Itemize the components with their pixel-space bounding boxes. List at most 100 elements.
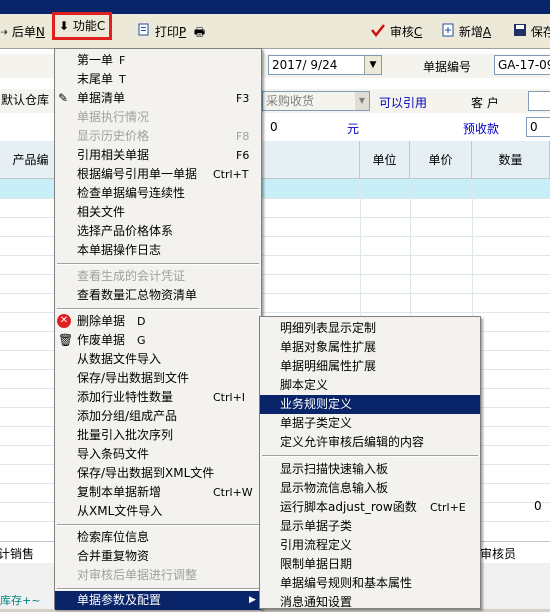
column-header-qty[interactable]: 数量 (472, 141, 550, 179)
menu-item-last-doc[interactable]: 末尾单 T (55, 70, 261, 89)
audit-button[interactable]: 审核C (370, 22, 422, 42)
add-button[interactable]: 新增A (441, 22, 491, 42)
submenu-item-label: 引用流程定义 (280, 538, 353, 552)
submenu-item-logistics-panel[interactable]: 显示物流信息输入板 (260, 479, 480, 498)
menu-item-label: 单据执行情况 (77, 110, 150, 124)
menu-item-accounting-voucher: 查看生成的会计凭证 (55, 267, 261, 286)
save-button[interactable]: 保存 (513, 22, 550, 42)
submenu-item-label: 脚本定义 (280, 378, 329, 392)
menu-item-label: 添加行业特性数量 (77, 390, 174, 404)
column-header-product-label: 产品编 (12, 153, 49, 167)
submenu-item-post-audit-edit[interactable]: 定义允许审核后编辑的内容 (260, 433, 480, 452)
menu-item-industry-quantity[interactable]: 添加行业特性数量 Ctrl+I (55, 388, 261, 407)
submenu-item-label: 限制单据日期 (280, 557, 353, 571)
amount-value: 0 (270, 120, 278, 134)
submenu-item-script-def[interactable]: 脚本定义 (260, 376, 480, 395)
submenu-item-notification[interactable]: 消息通知设置 (260, 593, 480, 612)
menu-item-copy-new[interactable]: 复制本单据新增 Ctrl+W (55, 483, 261, 502)
submenu-item-label: 单据编号规则和基本属性 (280, 576, 413, 590)
menu-item-batch-serial[interactable]: 批量引入批次序列 (55, 426, 261, 445)
submenu-item-show-subclass[interactable]: 显示单据子类 (260, 517, 480, 536)
menu-item-label: 第一单 (77, 53, 114, 67)
customer-field[interactable] (528, 91, 550, 111)
menu-item-operation-log[interactable]: 本单据操作日志 (55, 241, 261, 260)
submenu-item-label: 定义允许审核后编辑的内容 (280, 435, 425, 449)
pen-icon: ✎ (58, 91, 69, 105)
menu-item-check-sequence[interactable]: 检查单据编号连续性 (55, 184, 261, 203)
submenu-item-detail-attr[interactable]: 单据明细属性扩展 (260, 357, 480, 376)
menu-item-label: 检查单据编号连续性 (77, 186, 186, 200)
submenu-item-label: 显示物流信息输入板 (280, 481, 389, 495)
menu-item-reference-docs[interactable]: 引用相关单据 F6 (55, 146, 261, 165)
menu-item-shortcut: Ctrl+W (213, 486, 253, 499)
menu-item-label: 导入条码文件 (77, 447, 150, 461)
submenu-arrow-icon: ▶ (249, 595, 256, 605)
reviewer-label: 审核员 (480, 547, 517, 561)
menu-item-label: 合并重复物资 (77, 549, 150, 563)
submenu-item-list-display[interactable]: 明细列表显示定制 (260, 319, 480, 338)
doc-no-field[interactable]: GA-17-09- (494, 55, 550, 75)
function-menu-button[interactable]: ⬇ 功能C (52, 12, 112, 40)
menu-item-void-doc[interactable]: 🗑 作废单据 G (55, 331, 261, 350)
menu-item-export-data-file[interactable]: 保存/导出数据到文件 (55, 369, 261, 388)
submenu-item-business-rules[interactable]: 业务规则定义 (260, 395, 480, 414)
menu-item-shortcut: F6 (236, 149, 250, 162)
menu-item-label: 查看数量汇总物资清单 (77, 288, 198, 302)
down-arrow-icon: ⬇ (59, 19, 70, 33)
menu-item-delete-doc[interactable]: ✕ 删除单据 D (55, 312, 261, 331)
menu-item-label: 单据参数及配置 (77, 593, 162, 607)
submenu-item-flow-def[interactable]: 引用流程定义 (260, 536, 480, 555)
trash-icon: 🗑 (58, 333, 74, 347)
submenu-item-object-attr[interactable]: 单据对象属性扩展 (260, 338, 480, 357)
menu-item-import-xml[interactable]: 从XML文件导入 (55, 502, 261, 521)
submenu-item-numbering-rules[interactable]: 单据编号规则和基本属性 (260, 574, 480, 593)
purchase-type-dropdown-icon[interactable]: ▼ (355, 92, 369, 110)
date-dropdown-icon[interactable]: ▼ (364, 56, 381, 74)
submenu-item-label: 显示扫描快速输入板 (280, 462, 389, 476)
column-header-unit[interactable]: 单位 (360, 141, 410, 179)
submenu-item-run-adjust-row[interactable]: 运行脚本adjust_row函数 Ctrl+E (260, 498, 480, 517)
column-header-price[interactable]: 单价 (410, 141, 472, 179)
print-key: P (178, 25, 187, 39)
menu-item-doc-config[interactable]: 单据参数及配置 ▶ (55, 591, 261, 610)
submenu-item-subclass-def[interactable]: 单据子类定义 (260, 414, 480, 433)
add-key: A (482, 25, 492, 39)
submenu-item-limit-date[interactable]: 限制单据日期 (260, 555, 480, 574)
prepaid-value: 0 (530, 120, 538, 134)
warehouse-field[interactable]: 默认仓库 (0, 91, 52, 111)
menu-item-import-data-file[interactable]: 从数据文件导入 (55, 350, 261, 369)
menu-item-add-group[interactable]: 添加分组/组成产品 (55, 407, 261, 426)
menu-item-label: 保存/导出数据到XML文件 (77, 466, 215, 480)
menu-item-export-xml[interactable]: 保存/导出数据到XML文件 (55, 464, 261, 483)
menu-item-shortcut: T (119, 73, 126, 86)
menu-item-first-doc[interactable]: 第一单 F (55, 51, 261, 70)
menu-item-quantity-summary[interactable]: 查看数量汇总物资清单 (55, 286, 261, 305)
total-value: 0 (534, 499, 542, 513)
menu-item-related-files[interactable]: 相关文件 (55, 203, 261, 222)
menu-item-label: 添加分组/组成产品 (77, 409, 178, 423)
save-icon (513, 23, 527, 43)
date-field[interactable]: 2017/ 9/24 ▼ (268, 55, 382, 75)
next-doc-icon: ⇢ (0, 25, 9, 39)
menu-item-reference-by-number[interactable]: 根据编号引用单一单据 Ctrl+T (55, 165, 261, 184)
menu-item-location-info[interactable]: 检索库位信息 (55, 528, 261, 547)
next-doc-button[interactable]: ⇢ 后单N (0, 22, 45, 42)
date-value: 2017/ 9/24 (272, 58, 338, 72)
menu-item-import-barcode[interactable]: 导入条码文件 (55, 445, 261, 464)
menu-item-merge-duplicates[interactable]: 合并重复物资 (55, 547, 261, 566)
menu-item-price-system[interactable]: 选择产品价格体系 (55, 222, 261, 241)
purchase-type-field[interactable]: 采购收货 ▼ (262, 91, 370, 111)
menu-item-label: 根据编号引用单一单据 (77, 167, 198, 181)
print-button[interactable]: 打印P 🖶 (137, 22, 205, 42)
submenu-item-scan-panel[interactable]: 显示扫描快速输入板 (260, 460, 480, 479)
menu-item-label: 对审核后单据进行调整 (77, 568, 198, 582)
menu-item-label: 选择产品价格体系 (77, 224, 174, 238)
function-key: C (96, 19, 106, 33)
menu-item-label: 保存/导出数据到文件 (77, 371, 190, 385)
menu-item-doc-list[interactable]: ✎ 单据清单 F3 (55, 89, 261, 108)
prepaid-field[interactable]: 0 (526, 117, 550, 137)
warehouse-value: 默认仓库 (1, 93, 50, 107)
submenu-item-shortcut: Ctrl+E (430, 501, 466, 514)
print-label: 打印 (154, 25, 179, 39)
column-header-product[interactable]: 产品编 (0, 141, 62, 179)
